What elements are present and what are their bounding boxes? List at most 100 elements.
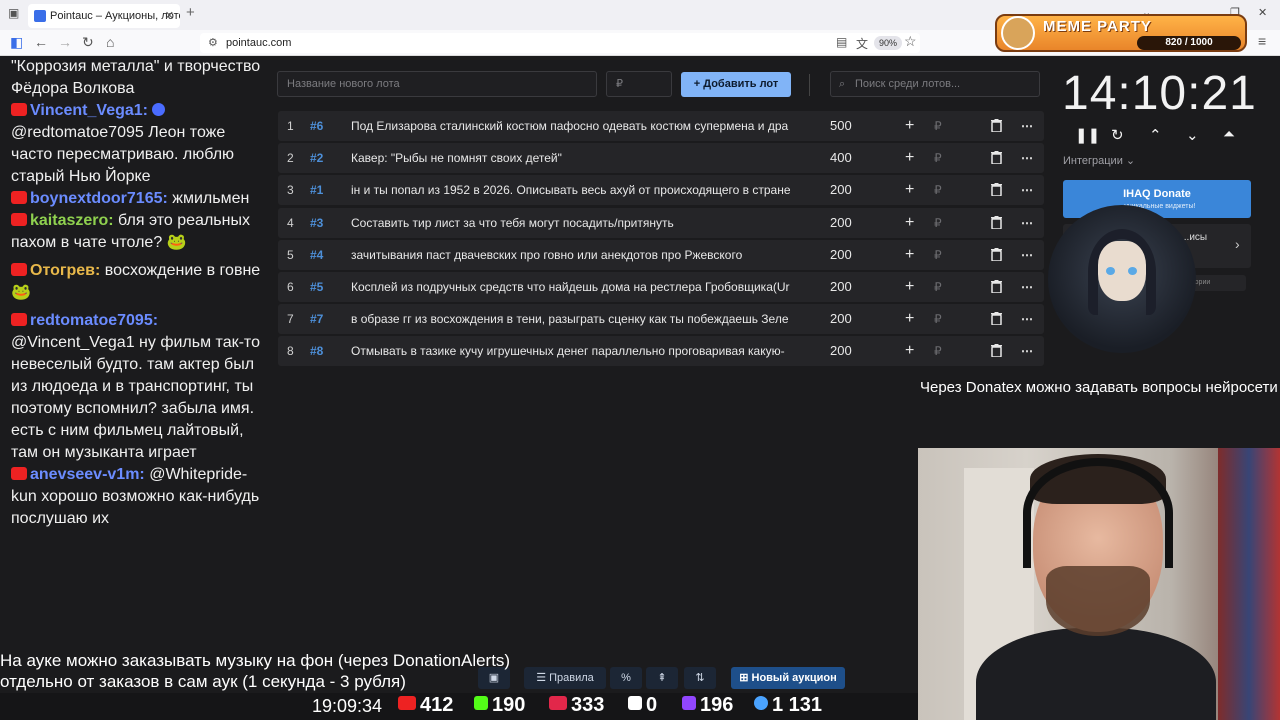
add-amount-icon[interactable]: + <box>905 240 914 270</box>
reload-icon[interactable]: ↻ <box>82 34 94 51</box>
close-window-icon[interactable]: ✕ <box>1258 6 1267 19</box>
ruble-icon[interactable]: ₽ <box>934 175 942 205</box>
lot-row[interactable]: 2 #2 Кавер: "Рыбы не помнят своих детей" 40… <box>278 143 1044 174</box>
sort-icon[interactable]: ⇅ <box>684 667 716 689</box>
list-icon: ☰ <box>536 672 550 684</box>
lot-name[interactable]: зачитывания паст двачевских про говно ил… <box>351 240 815 270</box>
more-options-icon[interactable]: ⋯ <box>1021 240 1034 270</box>
chat-username[interactable]: anevseev-v1m: <box>30 466 145 483</box>
bookmark-star-icon[interactable]: ☆ <box>904 33 917 50</box>
add-amount-icon[interactable]: + <box>905 175 914 205</box>
browser-tab[interactable]: Pointauc – Аукционы, лотереи ✕ <box>28 4 180 28</box>
screen: ▣ Pointauc – Аукционы, лотереи ✕ + ⌄ ❐ ✕… <box>0 0 1280 720</box>
chat-username[interactable]: Отогрев: <box>30 262 100 279</box>
meme-party-progress: 820 / 1000 <box>1137 36 1241 50</box>
lot-row[interactable]: 1 #6 Под Елизарова сталинский костюм пафос… <box>278 111 1044 141</box>
ruble-icon[interactable]: ₽ <box>934 336 942 366</box>
more-options-icon[interactable]: ⋯ <box>1021 336 1034 366</box>
trash-icon[interactable] <box>991 215 1002 229</box>
split-icon[interactable]: ⇞ <box>646 667 678 689</box>
ruble-icon[interactable]: ₽ <box>934 111 942 141</box>
forward-icon[interactable]: → <box>58 34 72 50</box>
integrations-toggle[interactable]: Интеграции ⌄ <box>1063 154 1135 167</box>
add-amount-icon[interactable]: + <box>905 304 914 334</box>
trash-icon[interactable] <box>991 247 1002 261</box>
reset-icon[interactable]: ↻ <box>1111 126 1124 144</box>
lot-name[interactable]: Кавер: "Рыбы не помнят своих детей" <box>351 143 815 173</box>
tab-list-icon[interactable]: ▣ <box>8 6 19 20</box>
lot-amount[interactable]: 400 <box>830 143 852 173</box>
chat-username[interactable]: boynextdoor7165: <box>30 190 168 207</box>
url-field[interactable]: ⚙ pointauc.com <box>200 33 920 53</box>
ruble-icon[interactable]: ₽ <box>934 208 942 238</box>
lot-amount[interactable]: 200 <box>830 304 852 334</box>
add-amount-icon[interactable]: + <box>905 143 914 173</box>
site-info-icon[interactable]: ⚙ <box>208 33 218 53</box>
lot-amount[interactable]: 200 <box>830 272 852 302</box>
trash-icon[interactable] <box>991 312 1002 326</box>
add-amount-icon[interactable]: + <box>905 336 914 366</box>
lot-row[interactable]: 7 #7 в образе гг из восхождения в тени, ра… <box>278 304 1044 335</box>
lot-row[interactable]: 6 #5 Косплей из подручных средств что найд… <box>278 271 1044 302</box>
add-amount-icon[interactable]: + <box>905 111 914 141</box>
more-options-icon[interactable]: ⋯ <box>1021 111 1034 141</box>
trash-icon[interactable] <box>991 183 1002 197</box>
more-options-icon[interactable]: ⋯ <box>1021 208 1034 238</box>
lot-name[interactable]: Составить тир лист за что тебя могут пос… <box>351 208 815 238</box>
home-icon[interactable]: ⌂ <box>106 34 114 50</box>
zoom-level[interactable]: 90% <box>874 36 903 50</box>
trash-icon[interactable] <box>991 151 1002 165</box>
lot-amount[interactable]: 500 <box>830 111 852 141</box>
more-options-icon[interactable]: ⋯ <box>1021 272 1034 302</box>
lot-row[interactable]: 8 #8 Отмывать в тазике кучу игрушечных ден… <box>278 336 1044 367</box>
chat-username[interactable]: redtomatoe7095: <box>30 312 158 329</box>
lot-amount[interactable]: 200 <box>830 208 852 238</box>
more-options-icon[interactable]: ⋯ <box>1021 304 1034 334</box>
chat-text: @redtomatoe7095 Леон тоже часто пересмат… <box>11 124 235 185</box>
trash-icon[interactable] <box>991 119 1002 132</box>
ruble-icon[interactable]: ₽ <box>934 272 942 302</box>
trash-icon[interactable] <box>991 344 1002 358</box>
add-lot-button[interactable]: + Добавить лот <box>681 72 791 97</box>
ruble-icon[interactable]: ₽ <box>934 304 942 334</box>
lot-name[interactable]: Отмывать в тазике кучу игрушечных денег … <box>351 336 815 366</box>
lot-row[interactable]: 5 #4 зачитывания паст двачевских про говно… <box>278 239 1044 270</box>
search-icon: ⌕ <box>839 78 846 90</box>
more-options-icon[interactable]: ⋯ <box>1021 175 1034 205</box>
more-options-icon[interactable]: ⋯ <box>1021 143 1034 173</box>
reader-view-icon[interactable]: ▤ <box>836 35 847 49</box>
ruble-icon[interactable]: ₽ <box>934 143 942 173</box>
chat-username[interactable]: kaitaszero: <box>30 212 114 229</box>
lot-amount[interactable]: 200 <box>830 175 852 205</box>
lot-name[interactable]: Под Елизарова сталинский костюм пафосно … <box>351 111 815 141</box>
lot-search-input[interactable]: ⌕ Поиск среди лотов... <box>830 71 1040 97</box>
ruble-icon[interactable]: ₽ <box>934 240 942 270</box>
pause-icon[interactable]: ❚❚ <box>1075 126 1100 144</box>
menu-icon[interactable]: ≡ <box>1258 33 1266 49</box>
rules-button[interactable]: ☰ Правила <box>524 667 606 689</box>
close-tab-icon[interactable]: ✕ <box>165 4 174 28</box>
lot-name[interactable]: ін и ты попал из 1952 в 2026. Описывать … <box>351 175 815 205</box>
translate-icon[interactable]: 文 <box>856 35 868 52</box>
back-icon[interactable]: ← <box>34 34 48 50</box>
new-tab-icon[interactable]: + <box>186 4 195 21</box>
new-auction-button[interactable]: ⊞ Новый аукцион <box>731 667 845 689</box>
add-amount-icon[interactable]: + <box>905 208 914 238</box>
double-up-icon[interactable]: ⏶ <box>1223 126 1235 143</box>
decrease-time-icon[interactable]: ⌄ <box>1186 126 1199 144</box>
percent-icon[interactable]: % <box>610 667 642 689</box>
add-amount-icon[interactable]: + <box>905 272 914 302</box>
trash-icon[interactable] <box>991 279 1002 293</box>
chat-username[interactable]: Vincent_Vega1: <box>30 102 148 119</box>
lot-name-input[interactable]: Название нового лота <box>277 71 597 97</box>
kick-icon <box>474 696 488 710</box>
increase-time-icon[interactable]: ⌃ <box>1149 126 1162 144</box>
lot-name[interactable]: Косплей из подручных средств что найдешь… <box>351 272 815 302</box>
lot-amount-input[interactable]: ₽ <box>606 71 672 97</box>
lot-row[interactable]: 3 #1 ін и ты попал из 1952 в 2026. Описыва… <box>278 175 1044 206</box>
sidebar-icon[interactable]: ◧ <box>10 34 23 51</box>
lot-row[interactable]: 4 #3 Составить тир лист за что тебя могут … <box>278 207 1044 238</box>
lot-amount[interactable]: 200 <box>830 336 852 366</box>
lot-amount[interactable]: 200 <box>830 240 852 270</box>
lot-name[interactable]: в образе гг из восхождения в тени, разыг… <box>351 304 815 334</box>
